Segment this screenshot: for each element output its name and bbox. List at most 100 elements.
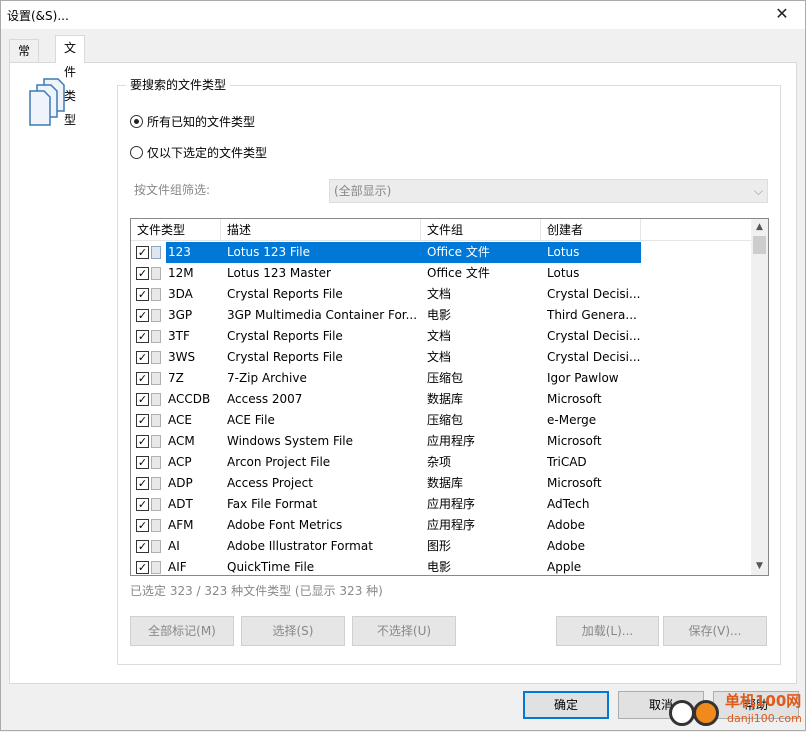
radio-all-types[interactable]: 所有已知的文件类型: [130, 113, 255, 130]
row-checkbox[interactable]: ✓: [136, 561, 149, 574]
description-cell: Windows System File: [227, 434, 354, 448]
file-icon: [151, 288, 161, 301]
table-row[interactable]: ✓ 7Z 7-Zip Archive 压缩包 Igor Pawlow: [131, 368, 751, 389]
scroll-up-icon[interactable]: ▲: [751, 219, 768, 236]
row-checkbox[interactable]: ✓: [136, 498, 149, 511]
creator-cell: Adobe: [547, 539, 585, 553]
radio-selected-types[interactable]: 仅以下选定的文件类型: [130, 144, 267, 161]
table-row[interactable]: ✓ AFM Adobe Font Metrics 应用程序 Adobe: [131, 515, 751, 536]
vertical-scrollbar[interactable]: ▲ ▼: [751, 219, 768, 575]
file-icon: [151, 477, 161, 490]
table-row[interactable]: ✓ 3TF Crystal Reports File 文档 Crystal Decisi…: [131, 326, 751, 347]
row-checkbox[interactable]: ✓: [136, 456, 149, 469]
row-checkbox[interactable]: ✓: [136, 372, 149, 385]
mark-all-button[interactable]: 全部标记(M): [130, 616, 234, 646]
column-header-group[interactable]: 文件组: [421, 219, 541, 241]
table-row[interactable]: ✓ 3DA Crystal Reports File 文档 Crystal Decisi…: [131, 284, 751, 305]
watermark-url: danji100.com: [727, 712, 802, 725]
list-header: 文件类型 描述 文件组 创建者: [131, 219, 751, 241]
row-checkbox[interactable]: ✓: [136, 519, 149, 532]
row-checkbox[interactable]: ✓: [136, 288, 149, 301]
table-row[interactable]: ✓ 12M Lotus 123 Master Office 文件 Lotus: [131, 263, 751, 284]
description-cell: 7-Zip Archive: [227, 371, 307, 385]
file-icon: [151, 351, 161, 364]
description-cell: Arcon Project File: [227, 455, 331, 469]
row-checkbox[interactable]: ✓: [136, 330, 149, 343]
tab-general[interactable]: 常规: [9, 39, 40, 80]
table-row[interactable]: ✓ ACCDB Access 2007 数据库 Microsoft: [131, 389, 751, 410]
settings-dialog: 设置(&S)... ✕ 常规 文件类型 要搜索的文件类型 所有已知的文件类型 仅…: [0, 0, 806, 731]
group-legend: 要搜索的文件类型: [126, 76, 231, 93]
camera-logo-icon: [669, 696, 723, 730]
group-cell: 文档: [427, 329, 452, 343]
tab-panel: 要搜索的文件类型 所有已知的文件类型 仅以下选定的文件类型 按文件组筛选: (全…: [9, 62, 797, 684]
filter-label: 按文件组筛选:: [134, 183, 211, 197]
table-row[interactable]: ✓ ACM Windows System File 应用程序 Microsoft: [131, 431, 751, 452]
row-checkbox[interactable]: ✓: [136, 267, 149, 280]
filter-dropdown[interactable]: (全部显示) ⌵: [329, 179, 768, 203]
file-icon: [151, 498, 161, 511]
description-cell: Access 2007: [227, 392, 303, 406]
deselect-button[interactable]: 不选择(U): [352, 616, 456, 646]
close-icon[interactable]: ✕: [771, 3, 793, 25]
column-header-creator[interactable]: 创建者: [541, 219, 641, 241]
radio-button-selected[interactable]: [130, 115, 143, 128]
column-header-description[interactable]: 描述: [221, 219, 421, 241]
title-bar: 设置(&S)... ✕: [1, 1, 805, 29]
file-extension: 3DA: [168, 287, 193, 301]
save-button[interactable]: 保存(V)...: [663, 616, 767, 646]
table-row[interactable]: ✓ 3WS Crystal Reports File 文档 Crystal Decisi…: [131, 347, 751, 368]
tab-file-types[interactable]: 文件类型: [55, 35, 86, 127]
creator-cell: e-Merge: [547, 413, 597, 427]
creator-cell: Crystal Decisi...: [547, 329, 641, 343]
row-checkbox[interactable]: ✓: [136, 351, 149, 364]
ok-button[interactable]: 确定: [523, 691, 609, 719]
row-checkbox[interactable]: ✓: [136, 435, 149, 448]
selection-status: 已选定 323 / 323 种文件类型 (已显示 323 种): [130, 584, 383, 598]
row-checkbox[interactable]: ✓: [136, 477, 149, 490]
creator-cell: Crystal Decisi...: [547, 287, 641, 301]
table-row[interactable]: ✓ ADT Fax File Format 应用程序 AdTech: [131, 494, 751, 515]
load-button[interactable]: 加载(L)...: [556, 616, 659, 646]
radio-button[interactable]: [130, 146, 143, 159]
type-cell: ✓ ACE: [131, 410, 221, 431]
table-row[interactable]: ✓ AIF QuickTime File 电影 Apple: [131, 557, 751, 575]
type-cell: ✓ ADP: [131, 473, 221, 494]
file-extension: 7Z: [168, 371, 184, 385]
creator-cell: AdTech: [547, 497, 590, 511]
table-row[interactable]: ✓ ADP Access Project 数据库 Microsoft: [131, 473, 751, 494]
scroll-down-icon[interactable]: ▼: [751, 558, 768, 575]
description-cell: Fax File Format: [227, 497, 318, 511]
type-cell: ✓ 3DA: [131, 284, 221, 305]
creator-cell: Adobe: [547, 518, 585, 532]
table-row[interactable]: ✓ 123 Lotus 123 File Office 文件 Lotus: [131, 242, 751, 263]
group-cell: Office 文件: [421, 242, 541, 263]
select-button[interactable]: 选择(S): [241, 616, 345, 646]
row-checkbox[interactable]: ✓: [136, 393, 149, 406]
table-row[interactable]: ✓ ACP Arcon Project File 杂项 TriCAD: [131, 452, 751, 473]
row-checkbox[interactable]: ✓: [136, 246, 149, 259]
file-icon: [151, 393, 161, 406]
table-row[interactable]: ✓ ACE ACE File 压缩包 e-Merge: [131, 410, 751, 431]
file-type-list[interactable]: 文件类型 描述 文件组 创建者 ✓ 123 Lotus 123 File Office…: [130, 218, 769, 576]
file-extension: ACE: [168, 413, 192, 427]
file-extension: AIF: [168, 560, 187, 574]
description-cell: Crystal Reports File: [227, 329, 343, 343]
row-checkbox[interactable]: ✓: [136, 540, 149, 553]
creator-cell: Third Genera...: [547, 308, 637, 322]
table-row[interactable]: ✓ AI Adobe Illustrator Format 图形 Adobe: [131, 536, 751, 557]
creator-cell: Microsoft: [547, 476, 602, 490]
file-icon: [151, 372, 161, 385]
creator-cell: Apple: [547, 560, 582, 574]
type-cell: ✓ 3GP: [131, 305, 221, 326]
description-cell: Crystal Reports File: [227, 287, 343, 301]
description-cell: 3GP Multimedia Container For...: [227, 308, 418, 322]
scroll-thumb[interactable]: [753, 236, 766, 254]
type-cell: ✓ ADT: [131, 494, 221, 515]
table-row[interactable]: ✓ 3GP 3GP Multimedia Container For... 电影 Thi…: [131, 305, 751, 326]
creator-cell: Crystal Decisi...: [547, 350, 641, 364]
column-header-type[interactable]: 文件类型: [131, 219, 221, 241]
row-checkbox[interactable]: ✓: [136, 414, 149, 427]
description-cell: Adobe Illustrator Format: [227, 539, 373, 553]
row-checkbox[interactable]: ✓: [136, 309, 149, 322]
